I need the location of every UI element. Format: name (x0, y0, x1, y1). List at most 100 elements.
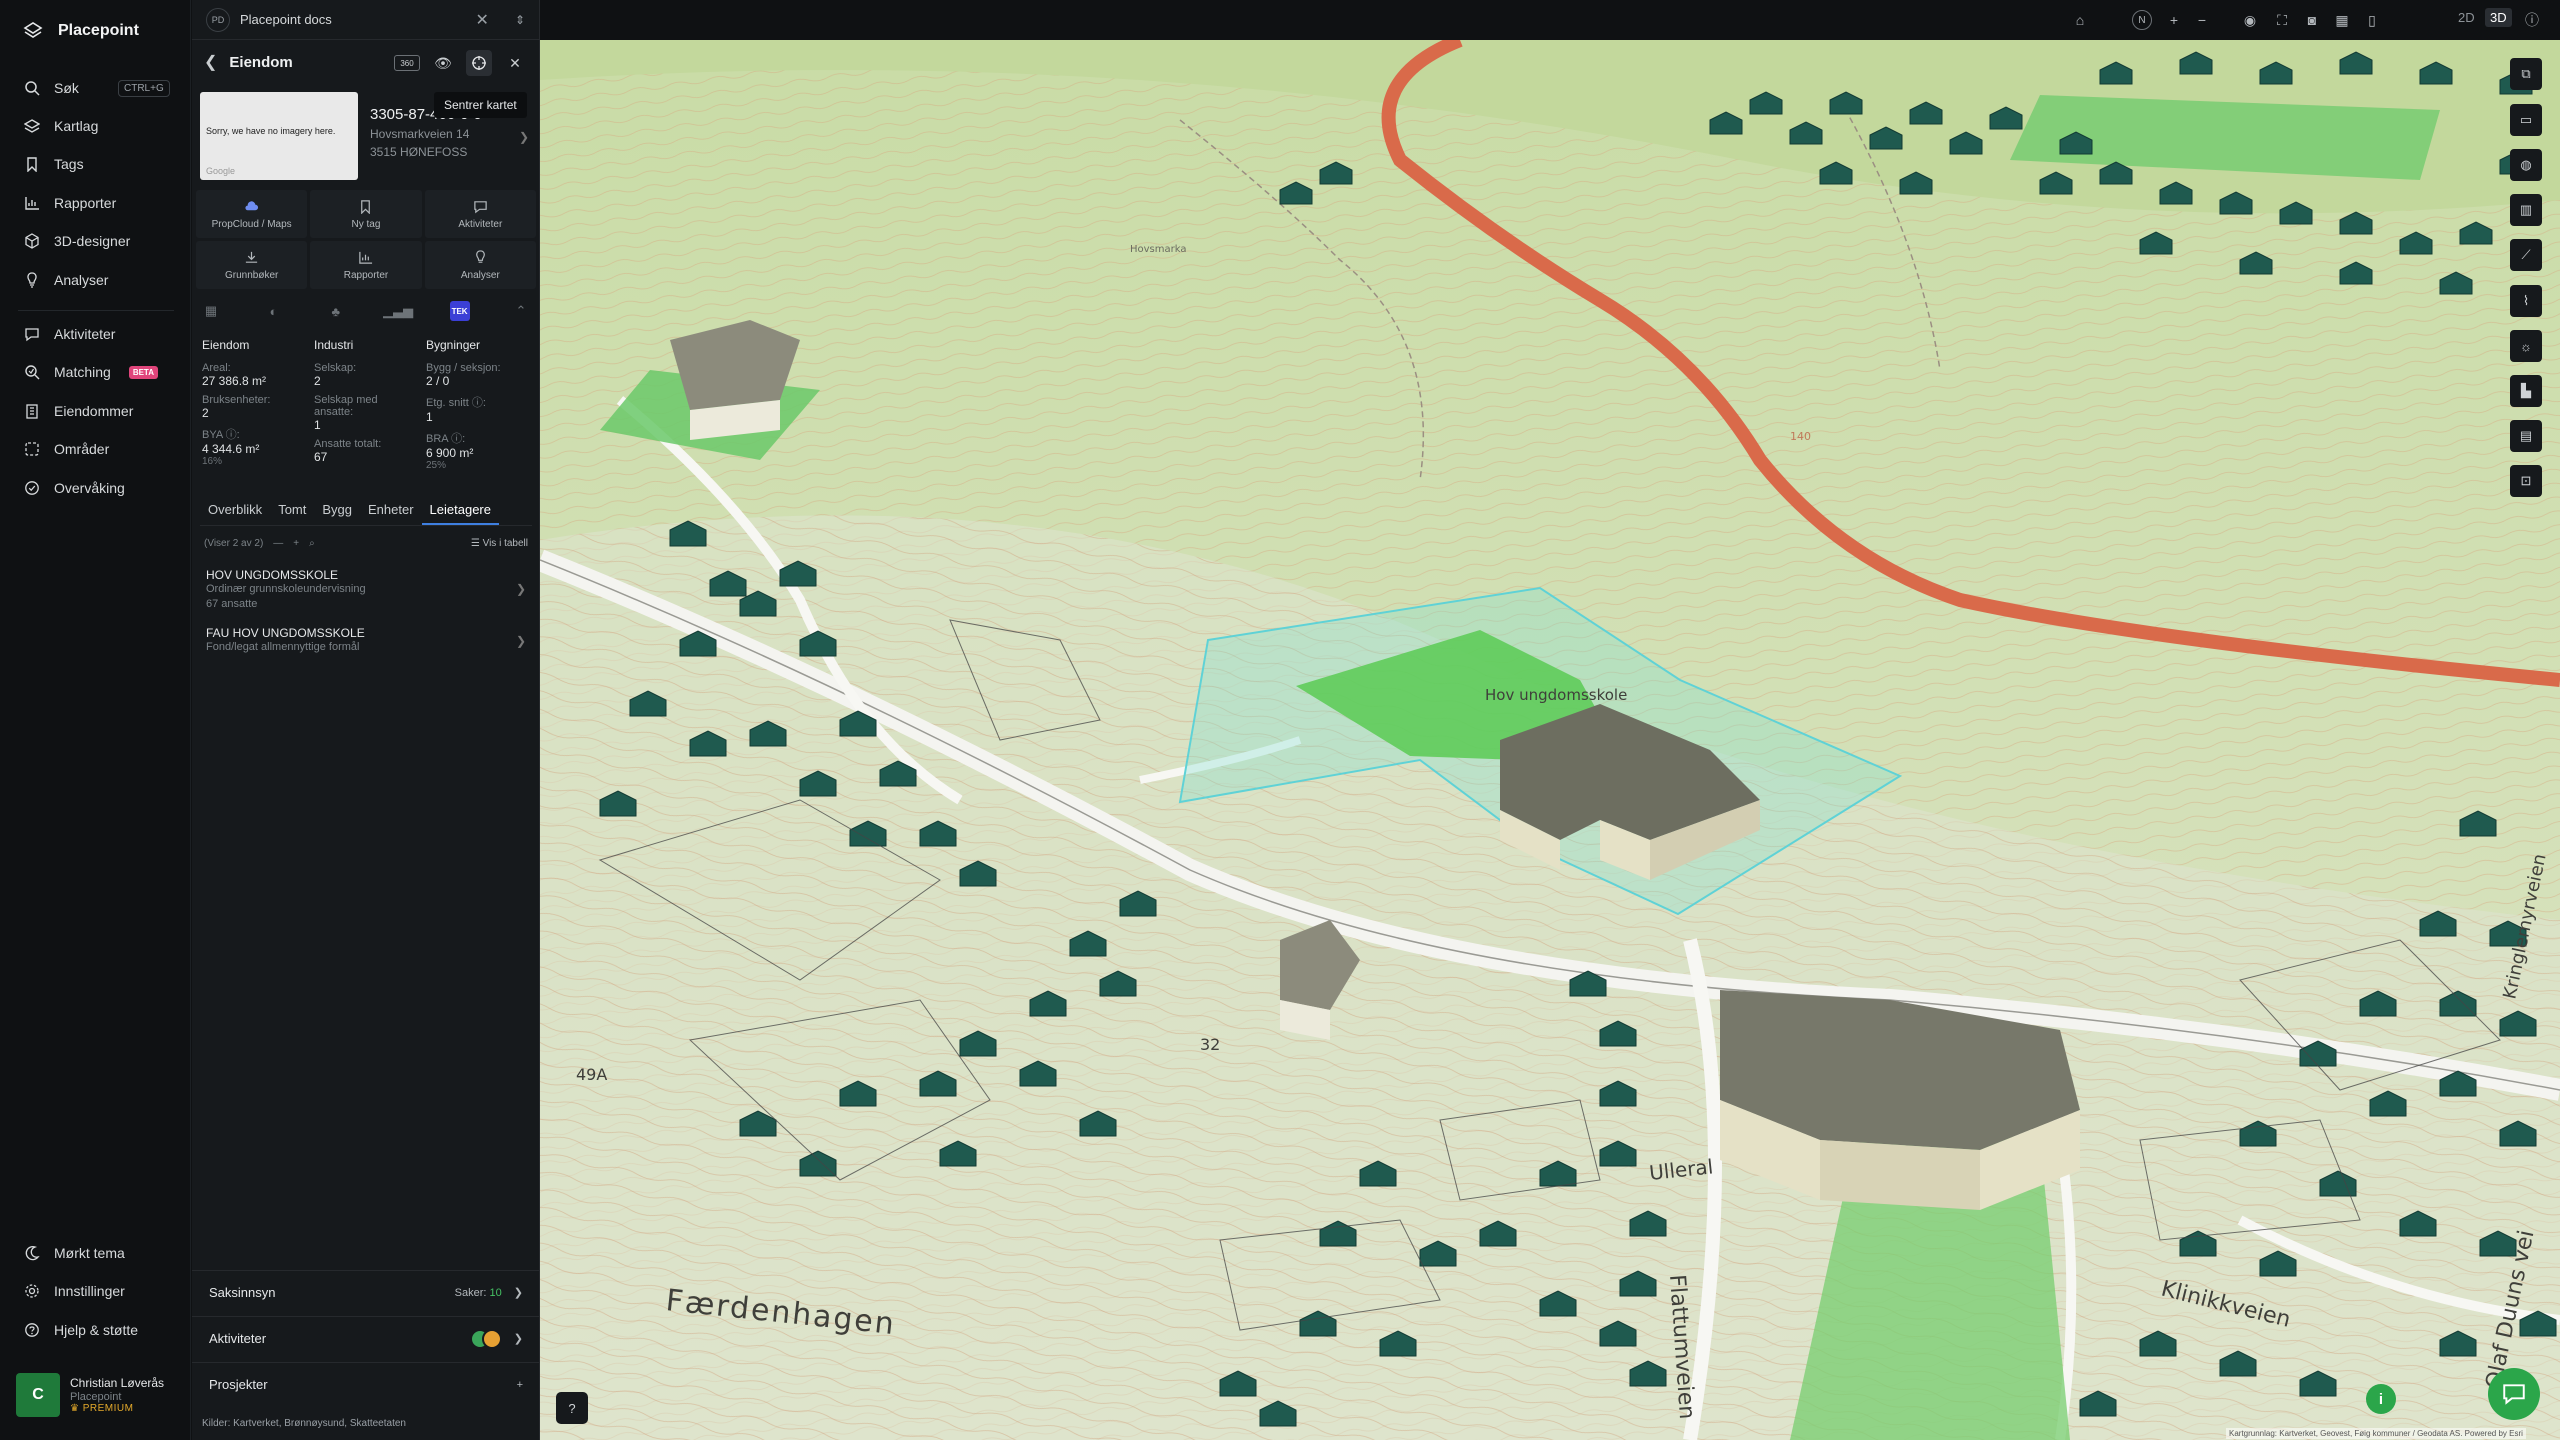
map-view[interactable]: Hov ungdomsskole Færdenhagen Ulleral Fla… (540, 40, 2560, 1440)
tab-bygg[interactable]: Bygg (314, 498, 360, 525)
tek-badge[interactable]: TEK (449, 301, 470, 321)
show-table-button[interactable]: ☰ Vis i tabell (471, 538, 528, 549)
view-3d-button[interactable]: 3D (2485, 8, 2512, 27)
list-item[interactable]: FAU HOV UNGDOMSSKOLE Fond/legat allmenny… (206, 626, 526, 655)
street-view-thumbnail[interactable]: Sorry, we have no imagery here. Google (200, 92, 358, 180)
info-icon[interactable]: ⓘ (2522, 10, 2542, 30)
chevron-right-icon[interactable]: ❯ (519, 130, 529, 144)
section-prosjekter[interactable]: Prosjekter + (192, 1362, 540, 1406)
view-2d-button[interactable]: 2D (2458, 10, 2475, 25)
map-tool-layers-button[interactable]: ⧉ (2510, 58, 2542, 90)
search-icon[interactable]: ⌕ (309, 538, 315, 549)
action-label: Ny tag (351, 218, 381, 230)
reports-button[interactable]: Rapporter (310, 241, 422, 289)
zoom-out-icon[interactable]: − (2192, 10, 2212, 30)
list-item[interactable]: HOV UNGDOMSSKOLE Ordinær grunnskoleunder… (206, 568, 526, 612)
eye-icon[interactable]: 👁 (430, 50, 456, 76)
nav-item-search[interactable]: Søk CTRL+G (24, 76, 174, 100)
map-tool-export-button[interactable]: ⊡ (2510, 465, 2542, 497)
chevron-right-icon: ❯ (513, 1287, 523, 1299)
bars-icon[interactable]: ▁▃▅ (383, 300, 413, 322)
eye-icon[interactable]: ◉ (2240, 10, 2260, 30)
stats-eiendom: Eiendom Areal: 27 386.8 m² Bruksenheter:… (202, 338, 314, 471)
nav-divider (18, 310, 174, 311)
map-tool-shadow-button[interactable]: ◍ (2510, 149, 2542, 181)
matrikkel-icon[interactable]: ▦ (200, 300, 222, 322)
info-button[interactable]: i (2366, 1384, 2396, 1414)
globe-icon[interactable]: ◐ (262, 300, 284, 322)
map-tool-sun-button[interactable]: ☼ (2510, 330, 2542, 362)
tab-tomt[interactable]: Tomt (270, 498, 314, 525)
map-tool-profile-button[interactable]: ⌇ (2510, 285, 2542, 317)
tab-overblikk[interactable]: Overblikk (200, 498, 270, 525)
map-tool-noise-button[interactable]: ▤ (2510, 420, 2542, 452)
propcloud-button[interactable]: PropCloud / Maps (196, 190, 308, 238)
compass-icon[interactable]: N (2132, 10, 2152, 30)
property-panel: PD Placepoint docs ✕ ⇕ ❮ Eiendom 360 👁 ✕… (192, 0, 540, 1440)
zoom-in-icon[interactable]: + (2164, 10, 2184, 30)
cases-label: Saker: (454, 1286, 487, 1299)
section-aktiviteter[interactable]: Aktiviteter ❯ (192, 1316, 540, 1360)
map-tool-elevation-button[interactable]: ⟋ (2510, 239, 2542, 271)
docs-header: PD Placepoint docs ✕ ⇕ (192, 0, 539, 40)
plus-icon[interactable]: + (517, 1379, 523, 1391)
chevron-up-icon[interactable]: ⌃ (510, 300, 532, 322)
chevron-updown-icon[interactable]: ⇕ (515, 13, 525, 27)
nav-item-settings[interactable]: Innstillinger (24, 1279, 174, 1303)
docs-title[interactable]: Placepoint docs (240, 12, 332, 27)
stats-heading: Bygninger (426, 338, 481, 352)
chevron-left-icon[interactable]: ❮ (204, 52, 217, 72)
grid-icon[interactable]: ▦ (2332, 10, 2352, 30)
beta-badge: BETA (128, 365, 158, 379)
chart-icon (359, 251, 373, 264)
nav-item-dark-theme[interactable]: Mørkt tema (24, 1241, 174, 1265)
tab-leietagere[interactable]: Leietagere (421, 498, 499, 525)
action-grid: PropCloud / Maps Ny tag Aktiviteter Grun… (196, 190, 536, 289)
analyses-button[interactable]: Analyser (424, 241, 536, 289)
add-icon[interactable]: + (293, 538, 299, 549)
view-360-button[interactable]: 360 (394, 55, 420, 71)
tree-icon[interactable]: ♣ (325, 300, 347, 322)
map-tool-measure-button[interactable]: ▭ (2510, 104, 2542, 136)
nav-item-aktiviteter[interactable]: Aktiviteter (24, 322, 174, 346)
user-profile[interactable]: C Christian Løverås Placepoint ♛ PREMIUM (16, 1370, 182, 1420)
nav-item-tags[interactable]: Tags (24, 152, 174, 176)
layers-3d-icon[interactable]: ⌂ (2070, 10, 2090, 30)
tab-enheter[interactable]: Enheter (360, 498, 422, 525)
nav-item-3d-designer[interactable]: 3D-designer (24, 229, 174, 253)
grunnboker-button[interactable]: Grunnbøker (196, 241, 308, 289)
activities-button[interactable]: Aktiviteter (424, 190, 536, 238)
nav-item-rapporter[interactable]: Rapporter (24, 191, 174, 215)
tenant-employees: 67 ansatte (206, 598, 258, 610)
bulb-icon (475, 249, 485, 263)
collapse-icon[interactable]: — (273, 538, 283, 549)
section-saksinnsyn[interactable]: Saksinnsyn Saker: 10 ❯ (192, 1270, 540, 1314)
moon-icon (25, 1245, 40, 1261)
area-icon (25, 442, 39, 456)
terrain-3d-map[interactable]: Hov ungdomsskole Færdenhagen Ulleral Fla… (540, 40, 2560, 1440)
nav-item-analyser[interactable]: Analyser (24, 268, 174, 292)
close-panel-button[interactable]: ✕ (502, 50, 528, 76)
map-tool-chart-button[interactable]: ▥ (2510, 194, 2542, 226)
camera-icon[interactable]: ◙ (2302, 10, 2322, 30)
avatar: C (16, 1373, 60, 1417)
chat-button[interactable] (2488, 1368, 2540, 1420)
stat-value: 2 (314, 374, 321, 388)
fullscreen-icon[interactable]: ⛶ (2272, 10, 2292, 30)
stat-value: 6 900 m² (426, 446, 474, 460)
bookmark-icon (27, 157, 37, 172)
map-label-32: 32 (1200, 1035, 1220, 1054)
nav-item-eiendommer[interactable]: Eiendommer (24, 399, 174, 423)
map-tool-buildings-button[interactable]: ▙ (2510, 375, 2542, 407)
nav-item-overvaking[interactable]: Overvåking (24, 476, 174, 500)
nav-item-matching[interactable]: Matching BETA (24, 360, 174, 384)
center-map-button[interactable] (466, 50, 492, 76)
close-icon[interactable]: ✕ (476, 10, 489, 30)
map-help-button[interactable]: ? (556, 1392, 588, 1424)
nav-item-omrader[interactable]: Områder (24, 437, 174, 461)
nav-item-help[interactable]: Hjelp & støtte (24, 1318, 174, 1342)
new-tag-button[interactable]: Ny tag (310, 190, 422, 238)
bookmark-icon[interactable]: ▯ (2362, 10, 2382, 30)
app-logo[interactable]: Placepoint (22, 20, 139, 42)
nav-item-kartlag[interactable]: Kartlag (24, 114, 174, 138)
